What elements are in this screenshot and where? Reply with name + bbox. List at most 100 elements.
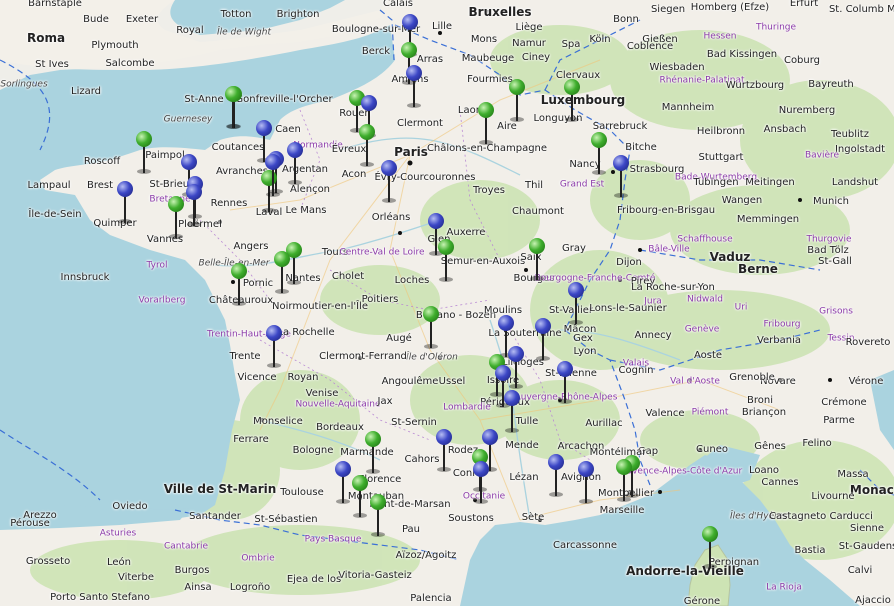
label-cannes: Cannes [761,477,799,488]
label-leon: León [106,557,132,568]
label-guernesey: Guernesey [163,114,213,125]
label-annecy: Annecy [634,330,672,341]
green-map-marker-icon[interactable] [224,86,242,130]
label-mannheim: Mannheim [661,102,715,113]
blue-map-marker-icon[interactable] [334,461,352,505]
label-koln: Köln [589,34,611,45]
label-rovereto: Rovereto [845,337,891,348]
label-nidwald: Nidwald [686,294,724,305]
label-trente: Trente [229,351,261,362]
green-map-marker-icon[interactable] [167,196,185,240]
label-loano: Loano [748,465,780,476]
label-ainsa: Ainsa [184,582,212,593]
label-soustons: Soustons [448,513,494,524]
label-ciney: Ciney [521,52,551,63]
label-sarrebruck: Sarrebruck [592,121,648,132]
label-na: Nouvelle-Aquitaine [295,399,381,410]
blue-map-marker-icon[interactable] [435,429,453,473]
blue-map-marker-icon[interactable] [185,184,203,228]
label-geneve: Genève [684,324,720,335]
label-tyrol: Tyrol [146,260,168,271]
green-map-marker-icon[interactable] [135,131,153,175]
label-gonfreville: Gonfreville-l'Orcher [235,94,333,105]
green-map-marker-icon[interactable] [369,494,387,538]
label-thuringe: Thuringe [755,22,797,33]
blue-map-marker-icon[interactable] [286,142,304,186]
label-st-gaudens: St-Gaudens [838,541,894,552]
blue-map-marker-icon[interactable] [405,65,423,109]
label-viterbe: Viterbe [117,572,155,583]
label-cremone: Crémone [821,397,867,408]
blue-map-marker-icon[interactable] [264,154,282,198]
label-bologne: Bologne [292,445,334,456]
blue-map-marker-icon[interactable] [547,454,565,498]
label-ombrie: Ombrie [241,553,275,564]
blue-map-marker-icon[interactable] [265,325,283,369]
label-ejea: Ejea de los [286,574,342,585]
label-vicence: Vicence [237,372,277,383]
green-map-marker-icon[interactable] [273,251,291,295]
blue-map-marker-icon[interactable] [612,155,630,199]
label-porto-santo: Porto Santo Stefano [50,592,150,603]
label-berne: Berne [738,262,778,276]
label-auxerre: Auxerre [446,227,486,238]
map-canvas[interactable]: Barnstaple Calais Bruxelles Bonn Siegen Hombe… [0,0,894,606]
label-coburg: Coburg [783,55,821,66]
green-map-marker-icon[interactable] [701,526,719,570]
label-mons: Mons [470,34,498,45]
label-brighton: Brighton [276,9,320,20]
label-pau: Pau [401,524,421,535]
label-lombardie: Lombardie [443,402,491,413]
blue-map-marker-icon[interactable] [577,461,595,505]
label-venise: Venise [305,388,339,399]
green-map-marker-icon[interactable] [351,475,369,519]
label-exeter: Exeter [125,14,159,25]
label-la-rioja: La Rioja [766,582,802,593]
blue-map-marker-icon[interactable] [556,361,574,405]
green-map-marker-icon[interactable] [615,459,633,503]
blue-map-marker-icon[interactable] [567,282,585,326]
label-alencon: Alençon [289,184,331,195]
label-calvi: Calvi [847,565,873,576]
label-cantabrie: Cantabrie [164,541,208,552]
blue-map-marker-icon[interactable] [380,160,398,204]
label-bale: Bâle-Ville [648,244,690,255]
label-teublitz: Teublitz [831,129,869,140]
label-carcassonne: Carcassonne [553,540,617,551]
label-grisons: Grisons [819,306,853,317]
label-gerone: Gérone [683,596,721,606]
label-parme: Parme [823,415,855,426]
blue-map-marker-icon[interactable] [503,390,521,434]
label-namur: Namur [512,38,546,49]
label-fourmies: Fourmies [467,74,513,85]
label-massa: Massa [837,469,869,480]
blue-map-marker-icon[interactable] [472,461,490,505]
label-bordeaux: Bordeaux [316,422,364,433]
green-map-marker-icon[interactable] [477,102,495,146]
label-fribourg: Fribourg-en-Brisgau [616,205,716,216]
label-mende: Mende [505,440,539,451]
green-map-marker-icon[interactable] [437,239,455,283]
label-thil: Thil [524,180,544,191]
green-map-marker-icon[interactable] [422,306,440,350]
label-angouleme: Angoulême [381,376,439,387]
label-wiesbaden: Wiesbaden [649,62,705,73]
green-map-marker-icon[interactable] [563,79,581,123]
label-cvl: Centre-Val de Loire [339,247,425,258]
label-bad-kissingen: Bad Kissingen [706,49,778,60]
blue-map-marker-icon[interactable] [534,318,552,362]
label-andorre: Andorre-la-Vieille [626,564,744,578]
label-cuneo: Cuneo [696,444,728,455]
label-plymouth: Plymouth [91,40,139,51]
green-map-marker-icon[interactable] [358,124,376,168]
green-map-marker-icon[interactable] [508,79,526,123]
green-map-marker-icon[interactable] [230,263,248,307]
label-bude: Bude [83,14,109,25]
green-map-marker-icon[interactable] [590,132,608,176]
blue-map-marker-icon[interactable] [116,181,134,225]
label-rennes: Rennes [210,198,248,209]
label-barnstaple: Barnstaple [28,0,82,9]
label-broni: Broni [747,395,773,406]
green-map-marker-icon[interactable] [528,238,546,282]
green-map-marker-icon[interactable] [364,431,382,475]
